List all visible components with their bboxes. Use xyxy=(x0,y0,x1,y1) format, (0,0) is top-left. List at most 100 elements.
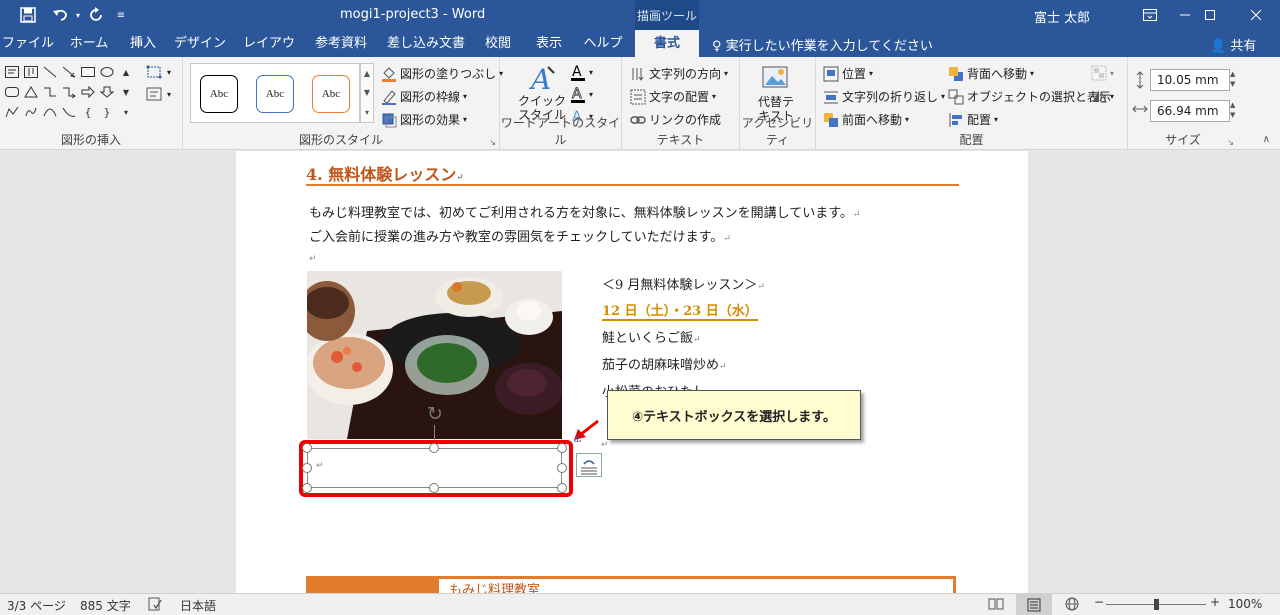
rotation-handle-icon[interactable]: ↻ xyxy=(424,403,446,425)
height-spinner-icon[interactable]: ▲ ▼ xyxy=(1230,69,1235,89)
tab-insert[interactable]: 挿入 xyxy=(122,30,164,57)
tab-layout[interactable]: レイアウト xyxy=(238,30,300,78)
zoom-slider-thumb[interactable] xyxy=(1153,599,1159,610)
shape-style-gallery[interactable]: Abc Abc Abc xyxy=(190,63,360,123)
right-brace-shape-icon[interactable]: } xyxy=(99,105,115,119)
tab-format[interactable]: 書式 xyxy=(635,30,699,57)
textbox-shape-icon[interactable] xyxy=(4,65,20,79)
arc-shape-icon[interactable] xyxy=(42,105,58,119)
send-backward-button[interactable]: 背面へ移動 ▾ xyxy=(948,65,1034,82)
read-mode-icon[interactable] xyxy=(988,597,1004,614)
intro-paragraph-1[interactable]: もみじ料理教室では、初めてご利用される方を対象に、無料体験レッスンを開講していま… xyxy=(309,202,860,221)
resize-handle-top[interactable] xyxy=(429,443,439,453)
line-shape-icon[interactable] xyxy=(42,65,58,79)
align-text-button[interactable]: 文字の配置 ▾ xyxy=(630,88,716,105)
down-arrow-shape-icon[interactable] xyxy=(99,85,115,99)
document-page[interactable]: 4. 無料体験レッスン↵ もみじ料理教室では、初めてご利用される方を対象に、無料… xyxy=(236,151,1028,593)
resize-handle-bottom-right[interactable] xyxy=(557,483,567,493)
print-layout-button[interactable] xyxy=(1016,594,1052,615)
arrow-line-shape-icon[interactable] xyxy=(61,65,77,79)
style-abc-blue[interactable]: Abc xyxy=(256,75,294,113)
selection-pane-button[interactable]: オブジェクトの選択と表示 xyxy=(948,88,1111,105)
maximize-icon[interactable] xyxy=(1200,0,1220,30)
zoom-in-icon[interactable]: + xyxy=(1210,595,1220,609)
resize-handle-bottom-left[interactable] xyxy=(302,483,312,493)
web-layout-icon[interactable] xyxy=(1064,597,1080,614)
bring-forward-button[interactable]: 前面へ移動 ▾ xyxy=(823,111,909,128)
lesson-title[interactable]: ＜9 月無料体験レッスン＞↵ xyxy=(602,274,765,293)
shapes-scroll-down-icon[interactable]: ▼ xyxy=(118,85,134,99)
close-icon[interactable] xyxy=(1246,0,1266,30)
width-spinner-icon[interactable]: ▲ ▼ xyxy=(1230,100,1235,120)
elbow-arrow-shape-icon[interactable] xyxy=(61,85,77,99)
rectangle-shape-icon[interactable] xyxy=(80,65,96,79)
layout-options-button[interactable] xyxy=(576,453,602,477)
rotate-button[interactable]: ▾ xyxy=(1091,88,1114,104)
customize-qat-icon[interactable]: ≡ xyxy=(112,0,130,30)
left-brace-shape-icon[interactable]: { xyxy=(80,105,96,119)
shape-height-input[interactable]: 10.05 mm xyxy=(1150,69,1230,91)
tell-me-box[interactable]: ♀ 実行したい作業を入力してください xyxy=(712,35,933,54)
gallery-down-icon[interactable]: ▼ xyxy=(364,88,370,97)
resize-handle-top-right[interactable] xyxy=(557,443,567,453)
tab-home[interactable]: ホーム xyxy=(63,30,115,57)
undo-icon[interactable] xyxy=(48,0,72,30)
zoom-level[interactable]: 100% xyxy=(1228,597,1262,611)
size-launcher-icon[interactable]: ↘ xyxy=(1227,138,1234,147)
style-abc-orange[interactable]: Abc xyxy=(312,75,350,113)
tab-review[interactable]: 校閲 xyxy=(477,30,519,57)
resize-handle-bottom[interactable] xyxy=(429,483,439,493)
scribble-shape-icon[interactable] xyxy=(23,105,39,119)
resize-handle-left[interactable] xyxy=(302,463,312,473)
wrap-text-button[interactable]: 文字列の折り返し ▾ xyxy=(823,88,945,105)
resize-handle-top-left[interactable] xyxy=(302,443,312,453)
create-link-button[interactable]: リンクの作成 xyxy=(630,111,721,128)
resize-handle-right[interactable] xyxy=(557,463,567,473)
shape-fill-button[interactable]: 図形の塗りつぶし ▾ xyxy=(381,65,503,82)
menu-item-1[interactable]: 鮭といくらご飯↵ xyxy=(602,327,701,346)
curve-shape-icon[interactable] xyxy=(61,105,77,119)
section-heading[interactable]: 4. 無料体験レッスン↵ xyxy=(306,161,959,186)
shape-outline-button[interactable]: 図形の枠線 ▾ xyxy=(381,88,467,105)
word-count[interactable]: 885 文字 xyxy=(80,597,131,614)
undo-dropdown-icon[interactable]: ▾ xyxy=(72,0,84,30)
gallery-scrollbar[interactable]: ▲ ▼ ▾ xyxy=(360,63,374,123)
freeform-shape-icon[interactable] xyxy=(4,105,20,119)
user-name[interactable]: 富士 太郎 xyxy=(1034,7,1090,26)
ribbon-display-options-icon[interactable] xyxy=(1138,0,1162,30)
tab-mailings[interactable]: 差し込み文書 xyxy=(383,30,469,57)
gallery-up-icon[interactable]: ▲ xyxy=(364,69,370,78)
style-abc-black[interactable]: Abc xyxy=(200,75,238,113)
proofing-icon[interactable] xyxy=(148,597,162,614)
draw-textbox-button[interactable]: ▾ xyxy=(146,87,171,101)
share-button[interactable]: 👤 共有 xyxy=(1210,35,1256,54)
text-fill-button[interactable]: A ▾ xyxy=(570,63,593,81)
shapes-more-icon[interactable]: ▾ xyxy=(118,105,134,119)
gallery-more-icon[interactable]: ▾ xyxy=(365,108,369,117)
block-arrow-shape-icon[interactable] xyxy=(80,85,96,99)
tab-help[interactable]: ヘルプ xyxy=(580,30,626,57)
minimize-icon[interactable] xyxy=(1175,0,1195,30)
edit-shape-button[interactable]: ▾ xyxy=(146,65,171,79)
position-button[interactable]: 位置 ▾ xyxy=(823,65,873,82)
tab-references[interactable]: 参考資料 xyxy=(308,30,374,57)
shape-effects-button[interactable]: 図形の効果 ▾ xyxy=(381,111,467,128)
save-icon[interactable] xyxy=(14,0,42,30)
group-objects-button[interactable]: ▾ xyxy=(1091,65,1114,81)
collapse-ribbon-icon[interactable]: ∧ xyxy=(1263,134,1270,145)
selected-textbox[interactable]: ↵ xyxy=(307,448,562,488)
tab-file[interactable]: ファイル xyxy=(0,30,56,57)
text-outline-button[interactable]: A ▾ xyxy=(570,85,593,103)
lesson-dates[interactable]: 12 日（土）・23 日（水） xyxy=(602,300,758,321)
tab-view[interactable]: 表示 xyxy=(527,30,571,57)
intro-paragraph-2[interactable]: ご入会前に授業の進み方や教室の雰囲気をチェックしていただけます。↵ xyxy=(309,226,731,245)
language-indicator[interactable]: 日本語 xyxy=(180,597,216,614)
oval-shape-icon[interactable] xyxy=(99,65,115,79)
zoom-out-icon[interactable]: − xyxy=(1094,595,1104,609)
text-direction-button[interactable]: 文字列の方向 ▾ xyxy=(630,65,728,82)
align-button[interactable]: 配置 ▾ xyxy=(948,111,998,128)
shape-width-input[interactable]: 66.94 mm xyxy=(1150,100,1230,122)
shape-styles-launcher-icon[interactable]: ↘ xyxy=(489,138,496,147)
rounded-rect-shape-icon[interactable] xyxy=(4,85,20,99)
redo-icon[interactable] xyxy=(84,0,108,30)
